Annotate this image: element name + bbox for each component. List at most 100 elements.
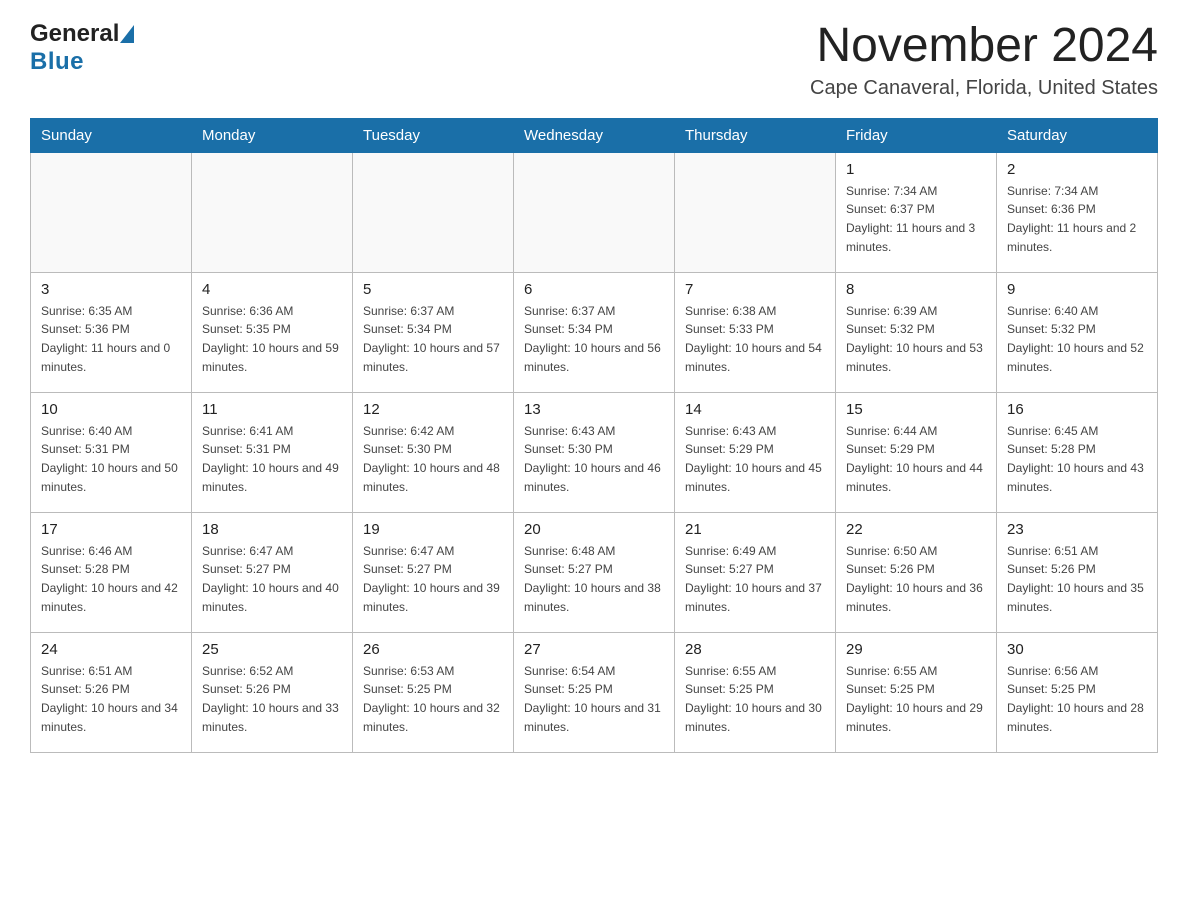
calendar-cell: 22Sunrise: 6:50 AMSunset: 5:26 PMDayligh… xyxy=(836,512,997,632)
calendar-cell: 13 Sunrise: 6:43 AMSunset: 5:30 PMDayligh… xyxy=(514,392,675,512)
calendar-cell: 9 Sunrise: 6:40 AMSunset: 5:32 PMDaylight… xyxy=(997,272,1158,392)
day-number: 20 xyxy=(524,521,664,538)
logo-blue-text: Blue xyxy=(30,48,135,76)
day-number: 9 xyxy=(1007,281,1147,298)
day-info: Sunrise: 6:56 AMSunset: 5:25 PMDaylight:… xyxy=(1007,662,1147,736)
day-number: 15 xyxy=(846,401,986,418)
day-number: 23 xyxy=(1007,521,1147,538)
calendar-cell: 15 Sunrise: 6:44 AMSunset: 5:29 PMDayligh… xyxy=(836,392,997,512)
calendar-cell: 21Sunrise: 6:49 AMSunset: 5:27 PMDayligh… xyxy=(675,512,836,632)
day-info: Sunrise: 6:38 AMSunset: 5:33 PMDaylight:… xyxy=(685,302,825,376)
calendar-cell xyxy=(514,152,675,272)
calendar-cell: 24 Sunrise: 6:51 AMSunset: 5:26 PMDayligh… xyxy=(31,632,192,752)
day-number: 25 xyxy=(202,641,342,658)
calendar-cell: 10 Sunrise: 6:40 AMSunset: 5:31 PMDayligh… xyxy=(31,392,192,512)
day-number: 18 xyxy=(202,521,342,538)
day-info: Sunrise: 6:49 AMSunset: 5:27 PMDaylight:… xyxy=(685,542,825,616)
day-number: 24 xyxy=(41,641,181,658)
calendar-cell: 28Sunrise: 6:55 AMSunset: 5:25 PMDayligh… xyxy=(675,632,836,752)
day-number: 12 xyxy=(363,401,503,418)
logo-general-text: General xyxy=(30,20,119,48)
day-info: Sunrise: 6:54 AMSunset: 5:25 PMDaylight:… xyxy=(524,662,664,736)
day-info: Sunrise: 6:44 AMSunset: 5:29 PMDaylight:… xyxy=(846,422,986,496)
day-number: 19 xyxy=(363,521,503,538)
day-info: Sunrise: 6:40 AMSunset: 5:32 PMDaylight:… xyxy=(1007,302,1147,376)
header-wednesday: Wednesday xyxy=(514,118,675,152)
calendar-cell: 14 Sunrise: 6:43 AMSunset: 5:29 PMDayligh… xyxy=(675,392,836,512)
header-monday: Monday xyxy=(192,118,353,152)
day-number: 4 xyxy=(202,281,342,298)
title-area: November 2024 Cape Canaveral, Florida, U… xyxy=(810,20,1158,100)
day-info: Sunrise: 6:50 AMSunset: 5:26 PMDaylight:… xyxy=(846,542,986,616)
calendar-week-row: 24 Sunrise: 6:51 AMSunset: 5:26 PMDayligh… xyxy=(31,632,1158,752)
day-number: 13 xyxy=(524,401,664,418)
calendar-cell: 18Sunrise: 6:47 AMSunset: 5:27 PMDayligh… xyxy=(192,512,353,632)
day-number: 5 xyxy=(363,281,503,298)
calendar-cell: 11 Sunrise: 6:41 AMSunset: 5:31 PMDayligh… xyxy=(192,392,353,512)
day-number: 30 xyxy=(1007,641,1147,658)
day-number: 2 xyxy=(1007,161,1147,178)
calendar-cell: 16 Sunrise: 6:45 AMSunset: 5:28 PMDayligh… xyxy=(997,392,1158,512)
calendar-cell: 2 Sunrise: 7:34 AMSunset: 6:36 PMDaylight… xyxy=(997,152,1158,272)
day-info: Sunrise: 6:40 AMSunset: 5:31 PMDaylight:… xyxy=(41,422,181,496)
header-saturday: Saturday xyxy=(997,118,1158,152)
day-info: Sunrise: 6:41 AMSunset: 5:31 PMDaylight:… xyxy=(202,422,342,496)
header-thursday: Thursday xyxy=(675,118,836,152)
calendar-cell: 4 Sunrise: 6:36 AMSunset: 5:35 PMDaylight… xyxy=(192,272,353,392)
day-info: Sunrise: 6:48 AMSunset: 5:27 PMDaylight:… xyxy=(524,542,664,616)
day-info: Sunrise: 6:51 AMSunset: 5:26 PMDaylight:… xyxy=(41,662,181,736)
calendar-cell: 3 Sunrise: 6:35 AMSunset: 5:36 PMDaylight… xyxy=(31,272,192,392)
calendar-body: 1 Sunrise: 7:34 AMSunset: 6:37 PMDaylight… xyxy=(31,152,1158,752)
day-info: Sunrise: 7:34 AMSunset: 6:36 PMDaylight:… xyxy=(1007,182,1147,256)
calendar-cell: 8Sunrise: 6:39 AMSunset: 5:32 PMDaylight… xyxy=(836,272,997,392)
day-number: 26 xyxy=(363,641,503,658)
day-info: Sunrise: 6:55 AMSunset: 5:25 PMDaylight:… xyxy=(846,662,986,736)
calendar-cell: 20 Sunrise: 6:48 AMSunset: 5:27 PMDayligh… xyxy=(514,512,675,632)
calendar-week-row: 3 Sunrise: 6:35 AMSunset: 5:36 PMDaylight… xyxy=(31,272,1158,392)
calendar-cell xyxy=(192,152,353,272)
calendar-cell: 30 Sunrise: 6:56 AMSunset: 5:25 PMDayligh… xyxy=(997,632,1158,752)
day-number: 17 xyxy=(41,521,181,538)
calendar-header: Sunday Monday Tuesday Wednesday Thursday… xyxy=(31,118,1158,152)
day-info: Sunrise: 6:43 AMSunset: 5:29 PMDaylight:… xyxy=(685,422,825,496)
day-number: 27 xyxy=(524,641,664,658)
day-number: 14 xyxy=(685,401,825,418)
calendar-cell: 5 Sunrise: 6:37 AMSunset: 5:34 PMDaylight… xyxy=(353,272,514,392)
calendar-cell xyxy=(675,152,836,272)
day-info: Sunrise: 6:43 AMSunset: 5:30 PMDaylight:… xyxy=(524,422,664,496)
header-tuesday: Tuesday xyxy=(353,118,514,152)
calendar-table: Sunday Monday Tuesday Wednesday Thursday… xyxy=(30,118,1158,753)
calendar-cell: 27 Sunrise: 6:54 AMSunset: 5:25 PMDayligh… xyxy=(514,632,675,752)
logo-triangle-icon xyxy=(120,25,134,43)
day-info: Sunrise: 6:39 AMSunset: 5:32 PMDaylight:… xyxy=(846,302,986,376)
day-number: 6 xyxy=(524,281,664,298)
calendar-cell xyxy=(353,152,514,272)
header-friday: Friday xyxy=(836,118,997,152)
calendar-cell: 29Sunrise: 6:55 AMSunset: 5:25 PMDayligh… xyxy=(836,632,997,752)
calendar-week-row: 17 Sunrise: 6:46 AMSunset: 5:28 PMDayligh… xyxy=(31,512,1158,632)
day-number: 11 xyxy=(202,401,342,418)
day-number: 10 xyxy=(41,401,181,418)
day-number: 16 xyxy=(1007,401,1147,418)
day-number: 28 xyxy=(685,641,825,658)
day-info: Sunrise: 6:52 AMSunset: 5:26 PMDaylight:… xyxy=(202,662,342,736)
day-number: 1 xyxy=(846,161,986,178)
calendar-cell: 12Sunrise: 6:42 AMSunset: 5:30 PMDayligh… xyxy=(353,392,514,512)
header-sunday: Sunday xyxy=(31,118,192,152)
calendar-cell xyxy=(31,152,192,272)
day-info: Sunrise: 6:37 AMSunset: 5:34 PMDaylight:… xyxy=(524,302,664,376)
day-info: Sunrise: 6:53 AMSunset: 5:25 PMDaylight:… xyxy=(363,662,503,736)
calendar-cell: 1 Sunrise: 7:34 AMSunset: 6:37 PMDaylight… xyxy=(836,152,997,272)
calendar-cell: 26 Sunrise: 6:53 AMSunset: 5:25 PMDayligh… xyxy=(353,632,514,752)
day-info: Sunrise: 6:35 AMSunset: 5:36 PMDaylight:… xyxy=(41,302,181,376)
day-number: 3 xyxy=(41,281,181,298)
day-info: Sunrise: 6:45 AMSunset: 5:28 PMDaylight:… xyxy=(1007,422,1147,496)
calendar-cell: 7Sunrise: 6:38 AMSunset: 5:33 PMDaylight… xyxy=(675,272,836,392)
header-row: Sunday Monday Tuesday Wednesday Thursday… xyxy=(31,118,1158,152)
day-info: Sunrise: 6:37 AMSunset: 5:34 PMDaylight:… xyxy=(363,302,503,376)
calendar-cell: 23Sunrise: 6:51 AMSunset: 5:26 PMDayligh… xyxy=(997,512,1158,632)
day-info: Sunrise: 6:46 AMSunset: 5:28 PMDaylight:… xyxy=(41,542,181,616)
day-info: Sunrise: 6:36 AMSunset: 5:35 PMDaylight:… xyxy=(202,302,342,376)
day-info: Sunrise: 7:34 AMSunset: 6:37 PMDaylight:… xyxy=(846,182,986,256)
logo: General Blue xyxy=(30,20,135,75)
